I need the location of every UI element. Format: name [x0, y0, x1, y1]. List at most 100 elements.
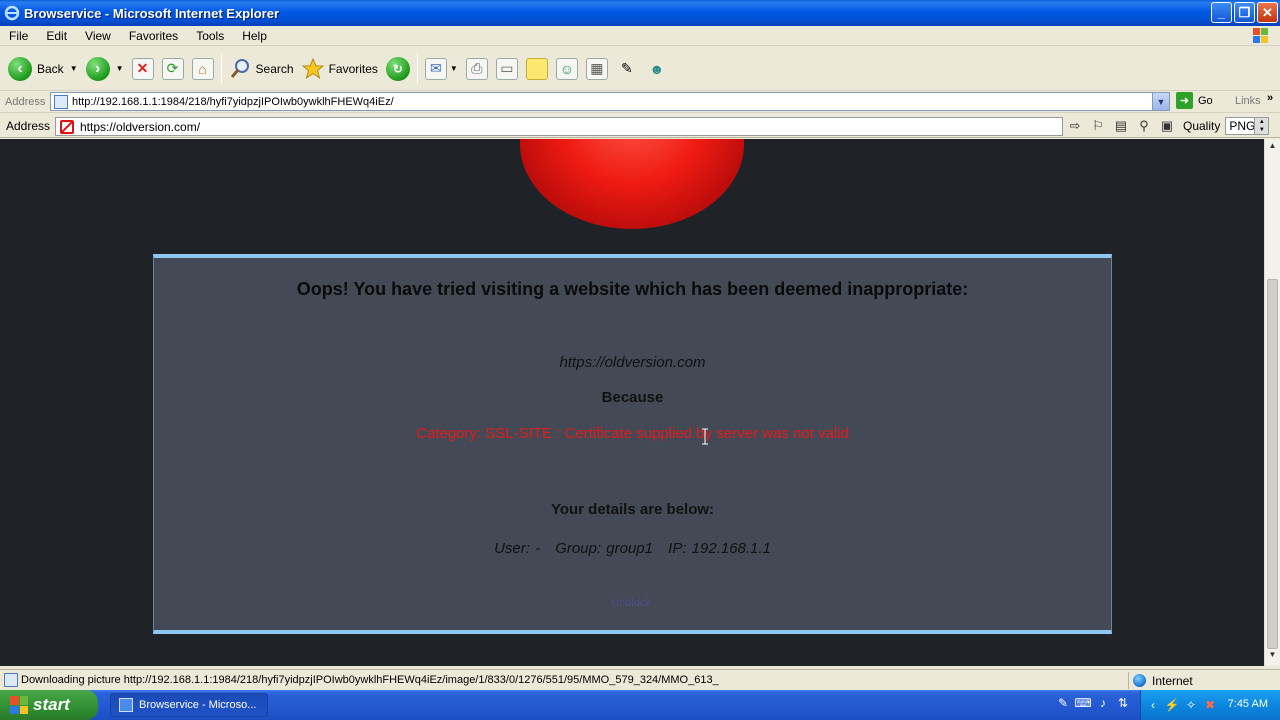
menu-view[interactable]: View [76, 29, 120, 43]
remote-toolbar: ⇨ ⚐ ▤ ⚲ ▣ Quality PNG ▲ ▼ [1066, 117, 1270, 135]
block-logo [520, 139, 744, 249]
ie-address-input[interactable]: http://192.168.1.1:1984/218/hyfi7yidpzjI… [50, 92, 1170, 111]
remote-address-label: Address [6, 119, 51, 133]
task-label: Browservice - Microso... [139, 699, 257, 711]
research-button[interactable]: ▦ [582, 52, 612, 86]
speaker-icon[interactable]: ♪ [1096, 696, 1110, 710]
details-heading: Your details are below: [550, 501, 715, 518]
network-icon[interactable]: ⇅ [1116, 696, 1130, 710]
ip-value: IP: 192.168.1.1 [668, 540, 771, 557]
text-cursor-icon [702, 428, 708, 445]
vertical-scrollbar[interactable]: ▲ ▼ [1264, 139, 1280, 666]
page-icon [54, 94, 68, 109]
scroll-thumb[interactable] [1267, 279, 1278, 649]
toolbar-separator [416, 53, 418, 84]
restore-button[interactable]: ❐ [1234, 2, 1255, 23]
close-button[interactable]: ✕ [1257, 2, 1278, 23]
title-bar[interactable]: Browservice - Microsoft Internet Explore… [0, 0, 1280, 26]
back-dropdown-icon[interactable]: ▼ [70, 64, 78, 73]
wireless-icon[interactable]: ✧ [1184, 698, 1198, 712]
security-alert-icon[interactable]: ✖ [1203, 698, 1217, 712]
stop-icon: ✕ [131, 57, 154, 80]
address-dropdown-icon[interactable]: ▼ [1152, 93, 1169, 110]
media-button[interactable]: ↻ [382, 52, 414, 86]
start-button[interactable]: start [0, 690, 98, 720]
note-icon [525, 57, 548, 80]
minimize-button[interactable]: _ [1211, 2, 1232, 23]
edit-button[interactable]: ▭ [492, 52, 522, 86]
bookmark-icon[interactable]: ⚐ [1089, 117, 1107, 135]
go-button[interactable]: ➜ Go [1176, 92, 1213, 109]
back-label: Back [37, 61, 64, 76]
go-label: Go [1198, 94, 1213, 107]
quality-spinner-icon[interactable]: ▲ ▼ [1254, 118, 1269, 134]
power-icon[interactable]: ⚡ [1165, 698, 1180, 712]
blocked-url: https://oldversion.com [559, 354, 706, 371]
taskbar-item-browservice[interactable]: Browservice - Microso... [110, 693, 268, 717]
search-button[interactable]: Search [225, 52, 298, 86]
back-button[interactable]: ‹ Back ▼ [4, 52, 82, 86]
forward-arrow-icon: › [85, 56, 110, 81]
search-label: Search [255, 61, 294, 76]
ie-logo-icon [4, 5, 20, 21]
forward-dropdown-icon[interactable]: ▼ [116, 64, 124, 73]
scroll-down-icon[interactable]: ▼ [1265, 650, 1280, 664]
star-icon [301, 57, 324, 79]
taskbar: start Browservice - Microso... ✎ ⌨ ♪ ⇅ ‹… [0, 690, 1280, 720]
block-reason: Category: SSL-SITE : Certificate supplie… [416, 425, 849, 442]
menu-favorites[interactable]: Favorites [120, 29, 187, 43]
favorites-button[interactable]: Favorites [298, 52, 382, 86]
scroll-up-icon[interactable]: ▲ [1265, 141, 1280, 155]
people-icon: ☻ [649, 60, 665, 77]
quality-select[interactable]: PNG ▲ ▼ [1225, 117, 1270, 135]
messenger-icon: ☺ [555, 57, 578, 80]
ie-window-icon [119, 698, 133, 712]
address-label: Address [5, 95, 46, 108]
mail-dropdown-icon[interactable]: ▼ [450, 64, 458, 73]
discuss-button[interactable] [522, 52, 552, 86]
refresh-button[interactable]: ⟳ [158, 52, 188, 86]
remote-address-bar: Address https://oldversion.com/ ⇨ ⚐ ▤ ⚲ … [0, 115, 1280, 138]
start-label: start [33, 695, 70, 714]
toolbar-separator [220, 53, 222, 84]
chevron-left-icon[interactable]: ‹ [1146, 698, 1160, 712]
clipboard-icon[interactable]: ▣ [1158, 117, 1176, 135]
forward-button[interactable]: › ▼ [82, 52, 128, 86]
user-value: User: - [494, 540, 541, 557]
menu-edit[interactable]: Edit [37, 29, 76, 43]
chevron-right-icon[interactable]: » [1267, 92, 1273, 104]
user-details: User: - Group: group1 IP: 192.168.1.1 [154, 540, 1111, 557]
home-button[interactable]: ⌂ [188, 52, 218, 86]
menu-help[interactable]: Help [233, 29, 276, 43]
remote-address-input[interactable]: https://oldversion.com/ [55, 117, 1063, 136]
messenger-button[interactable]: ☺ [552, 52, 582, 86]
save-page-icon[interactable]: ▤ [1112, 117, 1130, 135]
mail-button[interactable]: ✉ ▼ [421, 52, 462, 86]
search-icon [230, 58, 249, 78]
people-button[interactable]: ☻ [642, 52, 672, 86]
keyboard-icon[interactable]: ⌨ [1074, 696, 1091, 710]
ie-address-bar: Address http://192.168.1.1:1984/218/hyfi… [0, 91, 1280, 113]
clock[interactable]: 7:45 AM [1228, 698, 1268, 710]
menu-tools[interactable]: Tools [187, 29, 233, 43]
unblock-link[interactable]: Unblock [600, 597, 662, 609]
find-icon[interactable]: ⚲ [1135, 117, 1153, 135]
group-value: Group: group1 [555, 540, 653, 557]
remote-address-text: https://oldversion.com/ [80, 119, 201, 134]
links-label[interactable]: Links [1235, 95, 1261, 107]
menu-file[interactable]: File [0, 29, 37, 43]
go-arrow-icon: ➜ [1176, 92, 1193, 109]
stop-button[interactable]: ✕ [128, 52, 158, 86]
print-button[interactable]: ⎙ [462, 52, 492, 86]
quality-value: PNG [1229, 119, 1256, 133]
windows-logo-icon [1253, 28, 1268, 43]
ie-address-text: http://192.168.1.1:1984/218/hyfi7yidpzjI… [72, 95, 394, 108]
tools-button[interactable]: ✎ [612, 52, 642, 86]
pen-icon[interactable]: ✎ [1056, 696, 1070, 710]
print-icon: ⎙ [465, 57, 488, 80]
quality-label: Quality [1183, 119, 1221, 133]
mail-icon: ✉ [424, 57, 447, 80]
navigate-arrow-icon[interactable]: ⇨ [1066, 117, 1084, 135]
security-zone: Internet [1128, 672, 1193, 689]
home-icon: ⌂ [191, 57, 214, 80]
